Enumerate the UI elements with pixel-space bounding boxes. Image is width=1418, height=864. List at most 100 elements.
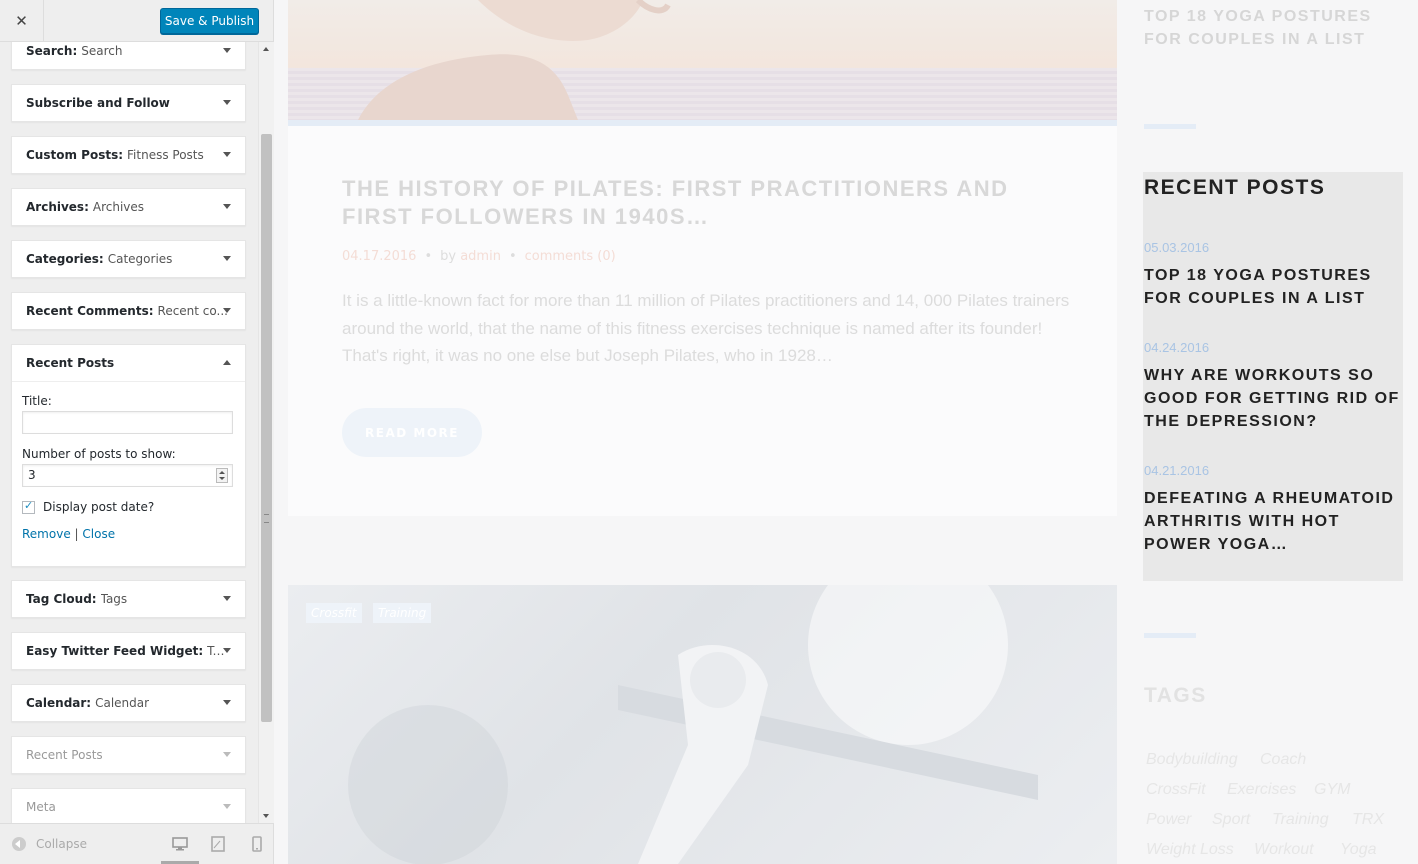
scrollbar-thumb[interactable]	[261, 134, 272, 722]
recent-post-date: 04.21.2016	[1144, 463, 1210, 478]
tablet-icon[interactable]	[210, 836, 226, 852]
desktop-icon[interactable]	[172, 836, 188, 852]
tag-link[interactable]: Weight Loss	[1146, 841, 1234, 859]
customizer-header: ✕ Save & Publish	[0, 0, 273, 42]
post-image-yoga	[288, 0, 1117, 120]
close-button[interactable]: ✕	[0, 0, 44, 42]
post-date: 04.17.2016	[342, 249, 417, 264]
customizer-panel: ✕ Save & Publish Search: Search Subscribe…	[0, 0, 274, 864]
tag-link[interactable]: Training	[1272, 811, 1329, 829]
scroll-up-icon[interactable]	[263, 47, 269, 51]
widget-categories[interactable]: Categories: Categories	[11, 240, 246, 278]
recent-post-item[interactable]: 04.24.2016 WHY ARE WORKOUTS SO GOOD FOR …	[1144, 340, 1402, 433]
collapse-button[interactable]: Collapse	[12, 837, 87, 851]
widget-recent-posts-expanded[interactable]: Recent Posts Title: Number of posts to s…	[11, 344, 246, 567]
chevron-down-icon[interactable]	[223, 648, 231, 653]
scroll-down-icon[interactable]	[263, 814, 269, 818]
show-date-checkbox[interactable]	[22, 499, 35, 514]
recent-post-item[interactable]: 04.21.2016 DEFEATING A RHEUMATOID ARTHRI…	[1144, 463, 1402, 556]
tag-link[interactable]: GYM	[1314, 781, 1350, 799]
tag-link[interactable]: Bodybuilding	[1146, 751, 1238, 769]
widget-meta[interactable]: Meta	[11, 788, 246, 823]
widget-calendar[interactable]: Calendar: Calendar	[11, 684, 246, 722]
link-separator: |	[74, 527, 79, 541]
customizer-footer: Collapse	[0, 823, 273, 864]
recent-post-title[interactable]: WHY ARE WORKOUTS SO GOOD FOR GETTING RID…	[1144, 364, 1402, 433]
recent-post-date: 05.03.2016	[1144, 240, 1210, 255]
widget-title: Subscribe and Follow	[26, 96, 170, 110]
read-more-button[interactable]: READ MORE	[342, 408, 482, 457]
widget-separator	[1144, 633, 1196, 638]
remove-link[interactable]: Remove	[22, 527, 71, 541]
count-input[interactable]: 3	[22, 464, 233, 487]
recent-posts-widget: RECENT POSTS 05.03.2016 TOP 18 YOGA POST…	[1143, 172, 1403, 581]
save-publish-button[interactable]: Save & Publish	[160, 8, 259, 34]
tag-link[interactable]: Yoga	[1340, 841, 1376, 859]
widgets-scrollbar[interactable]	[258, 42, 274, 823]
widget-title: Categories:	[26, 252, 104, 266]
widget-subtitle: Archives	[92, 200, 145, 214]
close-link[interactable]: Close	[82, 527, 115, 541]
widget-title: Recent Posts	[26, 748, 103, 762]
widget-subtitle: Search	[81, 44, 123, 58]
widget-title: Custom Posts:	[26, 148, 124, 162]
faded-recent-post-title[interactable]: TOP 18 YOGA POSTURES FOR COUPLES IN A LI…	[1144, 5, 1384, 51]
post-author[interactable]: admin	[460, 249, 501, 264]
widget-recent-posts[interactable]: Recent Posts	[11, 736, 246, 774]
chevron-down-icon[interactable]	[223, 596, 231, 601]
recent-post-date: 04.24.2016	[1144, 340, 1210, 355]
widget-subtitle: Fitness Posts	[127, 148, 204, 162]
chevron-down-icon[interactable]	[223, 804, 231, 809]
customizer-screen: ✕ Save & Publish Search: Search Subscribe…	[0, 0, 1418, 864]
grip-icon	[264, 514, 269, 523]
tag-link[interactable]: Exercises	[1227, 781, 1296, 799]
chevron-down-icon[interactable]	[223, 256, 231, 261]
post-meta: 04.17.2016 • by admin • comments (0)	[342, 249, 616, 264]
post-image-gym	[288, 585, 1117, 864]
recent-post-title[interactable]: DEFEATING A RHEUMATOID ARTHRITIS WITH HO…	[1144, 487, 1402, 556]
post-tag-chip[interactable]: Training	[373, 603, 432, 623]
widget-tag-cloud[interactable]: Tag Cloud: Tags	[11, 580, 246, 618]
post-title[interactable]: THE HISTORY OF PILATES: FIRST PRACTITION…	[342, 175, 1032, 231]
tag-link[interactable]: Workout	[1254, 841, 1314, 859]
widget-archives[interactable]: Archives: Archives	[11, 188, 246, 226]
recent-post-item[interactable]: 05.03.2016 TOP 18 YOGA POSTURES FOR COUP…	[1144, 240, 1402, 310]
mobile-icon[interactable]	[249, 836, 265, 852]
tag-link[interactable]: TRX	[1352, 811, 1384, 829]
collapse-label: Collapse	[36, 837, 87, 851]
by-label: by	[440, 249, 457, 264]
tag-link[interactable]: Power	[1146, 811, 1191, 829]
yoga-figure-icon	[358, 0, 671, 120]
widget-title: Meta	[26, 800, 56, 814]
widget-subtitle: Categories	[107, 252, 173, 266]
tag-link[interactable]: CrossFit	[1146, 781, 1206, 799]
widget-search[interactable]: Search: Search	[11, 42, 246, 70]
widget-title: Archives:	[26, 200, 89, 214]
widget-custom-posts[interactable]: Custom Posts: Fitness Posts	[11, 136, 246, 174]
chevron-down-icon[interactable]	[223, 700, 231, 705]
title-input[interactable]	[22, 411, 233, 434]
post-excerpt: It is a little-known fact for more than …	[342, 291, 1070, 365]
tag-link[interactable]: Sport	[1212, 811, 1250, 829]
widget-title: Tag Cloud:	[26, 592, 97, 606]
chevron-down-icon[interactable]	[223, 152, 231, 157]
widget-title: Calendar:	[26, 696, 92, 710]
post-tag-chip[interactable]: Crossfit	[306, 603, 362, 623]
widget-title: Recent Comments:	[26, 304, 154, 318]
tag-link[interactable]: Coach	[1260, 751, 1306, 769]
chevron-down-icon[interactable]	[223, 48, 231, 53]
stepper-icon[interactable]	[216, 468, 228, 483]
recent-post-title[interactable]: TOP 18 YOGA POSTURES FOR COUPLES IN A LI…	[1144, 264, 1402, 310]
chevron-up-icon[interactable]	[223, 360, 231, 365]
post-comments[interactable]: comments (0)	[525, 249, 616, 264]
chevron-down-icon[interactable]	[223, 204, 231, 209]
widget-subscribe[interactable]: Subscribe and Follow	[11, 84, 246, 122]
chevron-down-icon[interactable]	[223, 752, 231, 757]
widget-recent-comments[interactable]: Recent Comments: Recent co...	[11, 292, 246, 330]
count-label: Number of posts to show:	[22, 447, 176, 461]
widget-title: Recent Posts	[26, 356, 115, 370]
widget-twitter-feed[interactable]: Easy Twitter Feed Widget:Twi...	[11, 632, 246, 670]
chevron-down-icon[interactable]	[223, 308, 231, 313]
chevron-down-icon[interactable]	[223, 100, 231, 105]
widget-separator	[1144, 124, 1196, 129]
